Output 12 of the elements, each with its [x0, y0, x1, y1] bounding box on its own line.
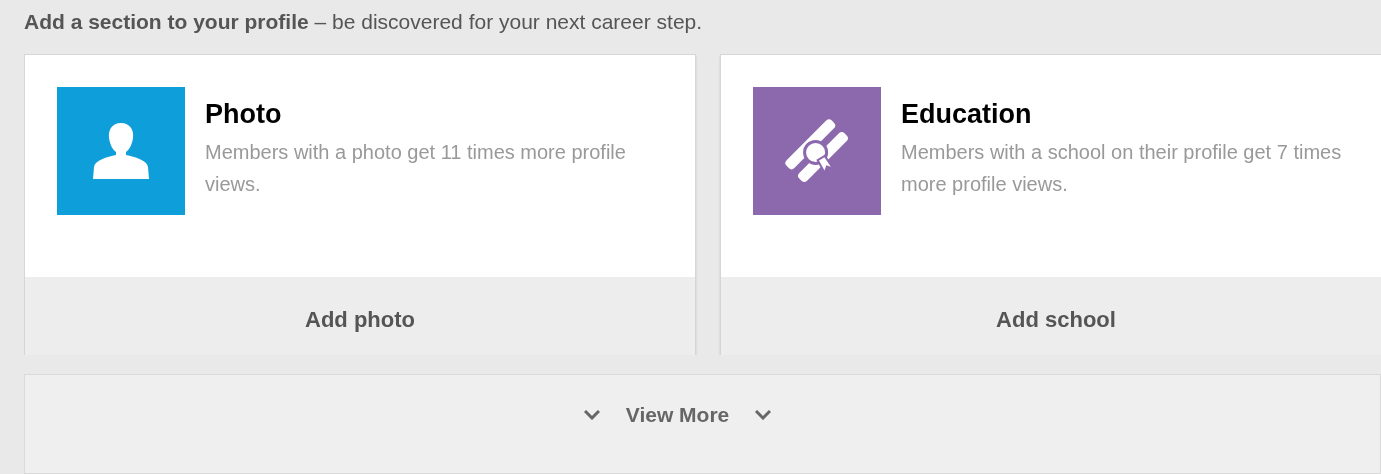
section-heading: Add a section to your profile – be discovered for your next career step. [24, 9, 704, 35]
chevron-down-icon [583, 410, 600, 420]
card-title: Education [901, 99, 1033, 130]
add-button[interactable]: Add school [721, 277, 1381, 355]
diploma-icon [785, 118, 849, 184]
person-icon [92, 123, 150, 179]
chevron-down-icon [755, 410, 772, 420]
card-description: Members with a school on their profile get 7 times more profile views. [901, 140, 1343, 197]
add-button[interactable]: Add photo [25, 277, 695, 355]
view-more-button[interactable]: View More [583, 403, 772, 427]
card-title: Photo [205, 99, 283, 130]
card-description: Members with a photo get 11 times more profile views. [205, 140, 627, 197]
